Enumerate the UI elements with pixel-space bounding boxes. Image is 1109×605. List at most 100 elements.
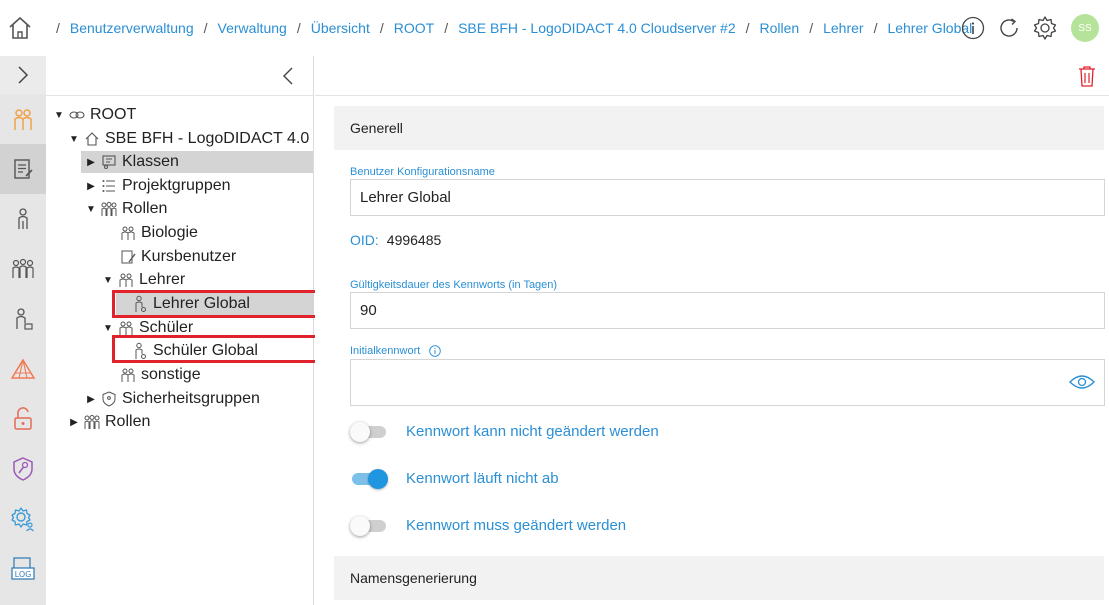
chevron-left-icon <box>283 67 293 85</box>
breadcrumb: / Benutzerverwaltung / Verwaltung / Über… <box>46 20 972 36</box>
toggle-row-password-unchangeable: Kennwort kann nicht geändert werden <box>350 420 659 442</box>
tree-node-label: Biologie <box>141 224 198 241</box>
section-general-header[interactable]: Generell <box>334 106 1104 150</box>
eye-icon <box>1069 375 1095 389</box>
tree-node-lehrer[interactable]: ▼ Lehrer <box>102 269 185 291</box>
tree-node-root[interactable]: ▼ ROOT <box>53 104 136 126</box>
home-button[interactable] <box>0 0 40 56</box>
breadcrumb-separator: / <box>873 20 878 36</box>
info-button[interactable] <box>959 14 987 42</box>
caret-down-icon[interactable]: ▼ <box>102 275 114 286</box>
password-validity-input[interactable]: 90 <box>350 292 1105 329</box>
info-icon[interactable] <box>429 345 442 357</box>
unlock-icon <box>14 407 32 430</box>
breadcrumb-separator: / <box>379 20 384 36</box>
breadcrumb-item-benutzerverwaltung[interactable]: Benutzerverwaltung <box>70 20 194 36</box>
rail-item-user-lock[interactable] <box>0 294 46 344</box>
log-icon: LOG <box>11 557 35 580</box>
tree-node-label: Rollen <box>122 200 168 217</box>
initial-password-label-row: Initialkennwort <box>350 345 442 357</box>
rail-item-users[interactable] <box>0 94 46 144</box>
rail-item-gear-users[interactable] <box>0 494 46 544</box>
breadcrumb-item-lehrer[interactable]: Lehrer <box>823 20 863 36</box>
tree-node-biologie[interactable]: Biologie <box>104 222 198 244</box>
tree-node-rollen[interactable]: ▼ Rollen <box>85 198 167 220</box>
user-lock-icon <box>16 308 33 330</box>
section-naming-header[interactable]: Namensgenerierung <box>334 556 1104 600</box>
home-icon <box>9 16 31 39</box>
caret-right-icon[interactable]: ▶ <box>85 181 97 192</box>
tree-node-klassen[interactable]: ▶ Klassen <box>81 151 313 173</box>
roles-icon <box>100 200 118 218</box>
key-shield-icon <box>13 457 33 481</box>
initial-password-input[interactable] <box>350 359 1105 406</box>
password-validity-label: Gültigkeitsdauer des Kennworts (in Tagen… <box>350 279 558 291</box>
tree-node-label: ROOT <box>90 106 137 123</box>
collapse-tree-button[interactable] <box>278 64 298 88</box>
rail-expand-button[interactable] <box>0 56 46 94</box>
caret-right-icon[interactable]: ▶ <box>68 417 80 428</box>
classroom-icon <box>100 153 118 171</box>
tree-node-label: Kursbenutzer <box>141 248 237 265</box>
caret-down-icon[interactable]: ▼ <box>102 323 114 334</box>
tree-node-label: SBE BFH - LogoDIDACT 4.0 <box>105 130 310 147</box>
tree-node-kursbenutzer[interactable]: Kursbenutzer <box>104 246 236 268</box>
caret-right-icon[interactable]: ▶ <box>85 157 97 168</box>
toggle-row-password-never-expires: Kennwort läuft nicht ab <box>350 467 559 489</box>
tree-node-label: Rollen <box>105 413 151 430</box>
caret-down-icon[interactable]: ▼ <box>85 204 97 215</box>
refresh-button[interactable] <box>995 14 1023 42</box>
info-icon <box>961 16 985 40</box>
tree-node-label: Projektgruppen <box>122 177 231 194</box>
group-icon <box>117 271 135 289</box>
main-toolbar <box>315 56 1109 96</box>
breadcrumb-item-uebersicht[interactable]: Übersicht <box>311 20 370 36</box>
breadcrumb-item-server[interactable]: SBE BFH - LogoDIDACT 4.0 Cloudserver #2 <box>458 20 736 36</box>
rail-item-unlock[interactable] <box>0 394 46 444</box>
tree-node-rollen-root[interactable]: ▶ Rollen <box>68 411 150 433</box>
rail-item-user[interactable] <box>0 194 46 244</box>
config-name-label: Benutzer Konfigurationsname <box>350 166 495 178</box>
highlight-box-lehrer-global <box>112 290 318 318</box>
rail-item-triangle[interactable] <box>0 344 46 394</box>
delete-button[interactable] <box>1077 64 1097 88</box>
settings-button[interactable] <box>1031 14 1059 42</box>
rail-item-document[interactable] <box>0 144 46 194</box>
caret-down-icon[interactable]: ▼ <box>53 110 65 121</box>
password-unchangeable-toggle[interactable] <box>350 420 388 442</box>
rail-item-groups[interactable] <box>0 244 46 294</box>
caret-right-icon[interactable]: ▶ <box>85 394 97 405</box>
tree-node-sonstige[interactable]: sonstige <box>104 364 201 386</box>
tree-node-label: Klassen <box>122 153 179 170</box>
config-name-input[interactable]: Lehrer Global <box>350 179 1105 216</box>
show-password-button[interactable] <box>1068 371 1096 393</box>
password-must-change-toggle[interactable] <box>350 514 388 536</box>
password-never-expires-toggle[interactable] <box>350 467 388 489</box>
highlight-box-schueler-global <box>112 335 318 363</box>
tree-node-server[interactable]: ▼ SBE BFH - LogoDIDACT 4.0 <box>68 128 309 150</box>
breadcrumb-item-rollen[interactable]: Rollen <box>760 20 800 36</box>
rail-item-key-shield[interactable] <box>0 444 46 494</box>
toggle-label: Kennwort muss geändert werden <box>406 516 627 534</box>
group-icon <box>119 224 137 242</box>
home-icon <box>83 130 101 148</box>
rail-item-log[interactable]: LOG <box>0 544 46 594</box>
toggle-label: Kennwort läuft nicht ab <box>406 469 559 487</box>
tree-node-label: Lehrer <box>139 271 186 288</box>
breadcrumb-item-root[interactable]: ROOT <box>394 20 434 36</box>
tree-panel-header <box>46 56 313 96</box>
breadcrumb-item-verwaltung[interactable]: Verwaltung <box>218 20 287 36</box>
svg-text:LOG: LOG <box>15 570 32 579</box>
document-edit-icon <box>14 159 33 179</box>
avatar[interactable]: SS <box>1071 14 1099 42</box>
toggle-label: Kennwort kann nicht geändert werden <box>406 422 659 440</box>
tree-node-sicherheitsgruppen[interactable]: ▶ Sicherheitsgruppen <box>85 388 260 410</box>
user-icon <box>18 208 28 229</box>
caret-down-icon[interactable]: ▼ <box>68 134 80 145</box>
gear-icon <box>1033 16 1057 40</box>
breadcrumb-separator: / <box>203 20 208 36</box>
tree-node-label: Sicherheitsgruppen <box>122 390 260 407</box>
tree-node-projektgruppen[interactable]: ▶ Projektgruppen <box>85 175 231 197</box>
oid-value: 4996485 <box>386 232 442 248</box>
roles-icon <box>83 413 101 431</box>
